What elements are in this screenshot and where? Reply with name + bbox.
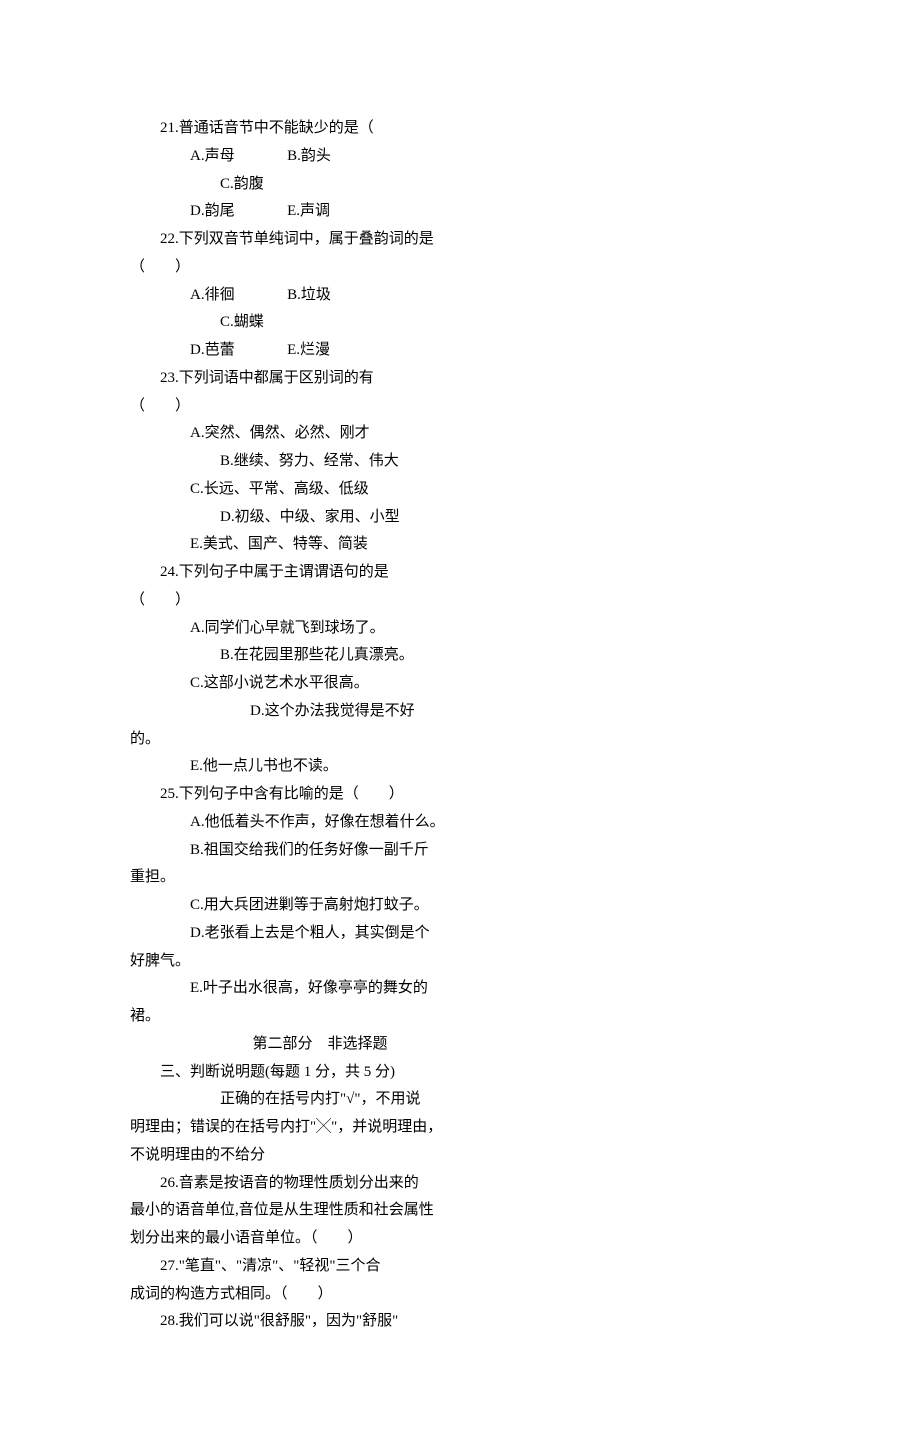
part2-heading: 第二部分 非选择题 xyxy=(130,1031,510,1059)
instr-line-2: 不说明理由的不给分 xyxy=(130,1142,510,1170)
q24-stem-line-1: （ ） xyxy=(130,587,510,615)
q25-opt-e-1: E.叶子出水很高，好像亭亭的舞女的 xyxy=(130,975,510,1003)
q24-stem-line-0: 24.下列句子中属于主谓谓语句的是 xyxy=(130,559,510,587)
q21-opt-c: C.韵腹 xyxy=(130,171,510,199)
q25-opt-d-2: 好脾气。 xyxy=(130,948,510,976)
q24-opt-d-2: 的。 xyxy=(130,726,510,754)
q27-line-0: 27."笔直"、"清凉"、"轻视"三个合 xyxy=(130,1253,510,1281)
content-column: 21.普通话音节中不能缺少的是（ A.声母 B.韵头 C.韵腹 D.韵尾 E.声… xyxy=(130,115,510,1336)
q25-opt-a: A.他低着头不作声，好像在想着什么。 xyxy=(130,809,510,837)
q26-line-2: 划分出来的最小语音单位。（ ） xyxy=(130,1225,510,1253)
q21-stem-line-0: 21.普通话音节中不能缺少的是（ xyxy=(130,115,510,143)
q24-opt-d-1: D.这个办法我觉得是不好 xyxy=(130,698,510,726)
q26-line-1: 最小的语音单位,音位是从生理性质和社会属性 xyxy=(130,1197,510,1225)
q23-opt-d: D.初级、中级、家用、小型 xyxy=(130,504,510,532)
q21-opt-a-b: A.声母 B.韵头 xyxy=(130,143,510,171)
q22-stem-line-1: （ ） xyxy=(130,254,510,282)
q22-stem-line-0: 22.下列双音节单纯词中，属于叠韵词的是 xyxy=(130,226,510,254)
q25-opt-b-1: B.祖国交给我们的任务好像一副千斤 xyxy=(130,837,510,865)
q24-opt-c: C.这部小说艺术水平很高。 xyxy=(130,670,510,698)
instr-line-1: 明理由；错误的在括号内打"╳"，并说明理由， xyxy=(130,1114,510,1142)
q23-opt-b: B.继续、努力、经常、伟大 xyxy=(130,448,510,476)
q22-opt-d-e: D.芭蕾 E.烂漫 xyxy=(130,337,510,365)
q24-opt-e: E.他一点儿书也不读。 xyxy=(130,753,510,781)
q25-opt-b-2: 重担。 xyxy=(130,864,510,892)
q23-opt-c: C.长远、平常、高级、低级 xyxy=(130,476,510,504)
q23-opt-a: A.突然、偶然、必然、刚才 xyxy=(130,420,510,448)
q22-opt-c: C.蝴蝶 xyxy=(130,309,510,337)
q22-opt-a-b: A.徘徊 B.垃圾 xyxy=(130,282,510,310)
q26-line-0: 26.音素是按语音的物理性质划分出来的 xyxy=(130,1170,510,1198)
q25-opt-c: C.用大兵团进剿等于高射炮打蚊子。 xyxy=(130,892,510,920)
q23-stem-line-1: （ ） xyxy=(130,393,510,421)
q25-opt-e-2: 裙。 xyxy=(130,1003,510,1031)
q25-opt-d-1: D.老张看上去是个粗人，其实倒是个 xyxy=(130,920,510,948)
q28-line-0: 28.我们可以说"很舒服"，因为"舒服" xyxy=(130,1308,510,1336)
q24-opt-a: A.同学们心早就飞到球场了。 xyxy=(130,615,510,643)
q24-opt-b: B.在花园里那些花儿真漂亮。 xyxy=(130,642,510,670)
q27-line-1: 成词的构造方式相同。（ ） xyxy=(130,1281,510,1309)
q23-opt-e: E.美式、国产、特等、简装 xyxy=(130,531,510,559)
q21-opt-d-e: D.韵尾 E.声调 xyxy=(130,198,510,226)
instr-line-0: 正确的在括号内打"√"，不用说 xyxy=(130,1086,510,1114)
q25-stem-line-0: 25.下列句子中含有比喻的是（ ） xyxy=(130,781,510,809)
page: 21.普通话音节中不能缺少的是（ A.声母 B.韵头 C.韵腹 D.韵尾 E.声… xyxy=(0,0,920,1446)
q23-stem-line-0: 23.下列词语中都属于区别词的有 xyxy=(130,365,510,393)
section3-title: 三、判断说明题(每题 1 分，共 5 分) xyxy=(130,1059,510,1087)
